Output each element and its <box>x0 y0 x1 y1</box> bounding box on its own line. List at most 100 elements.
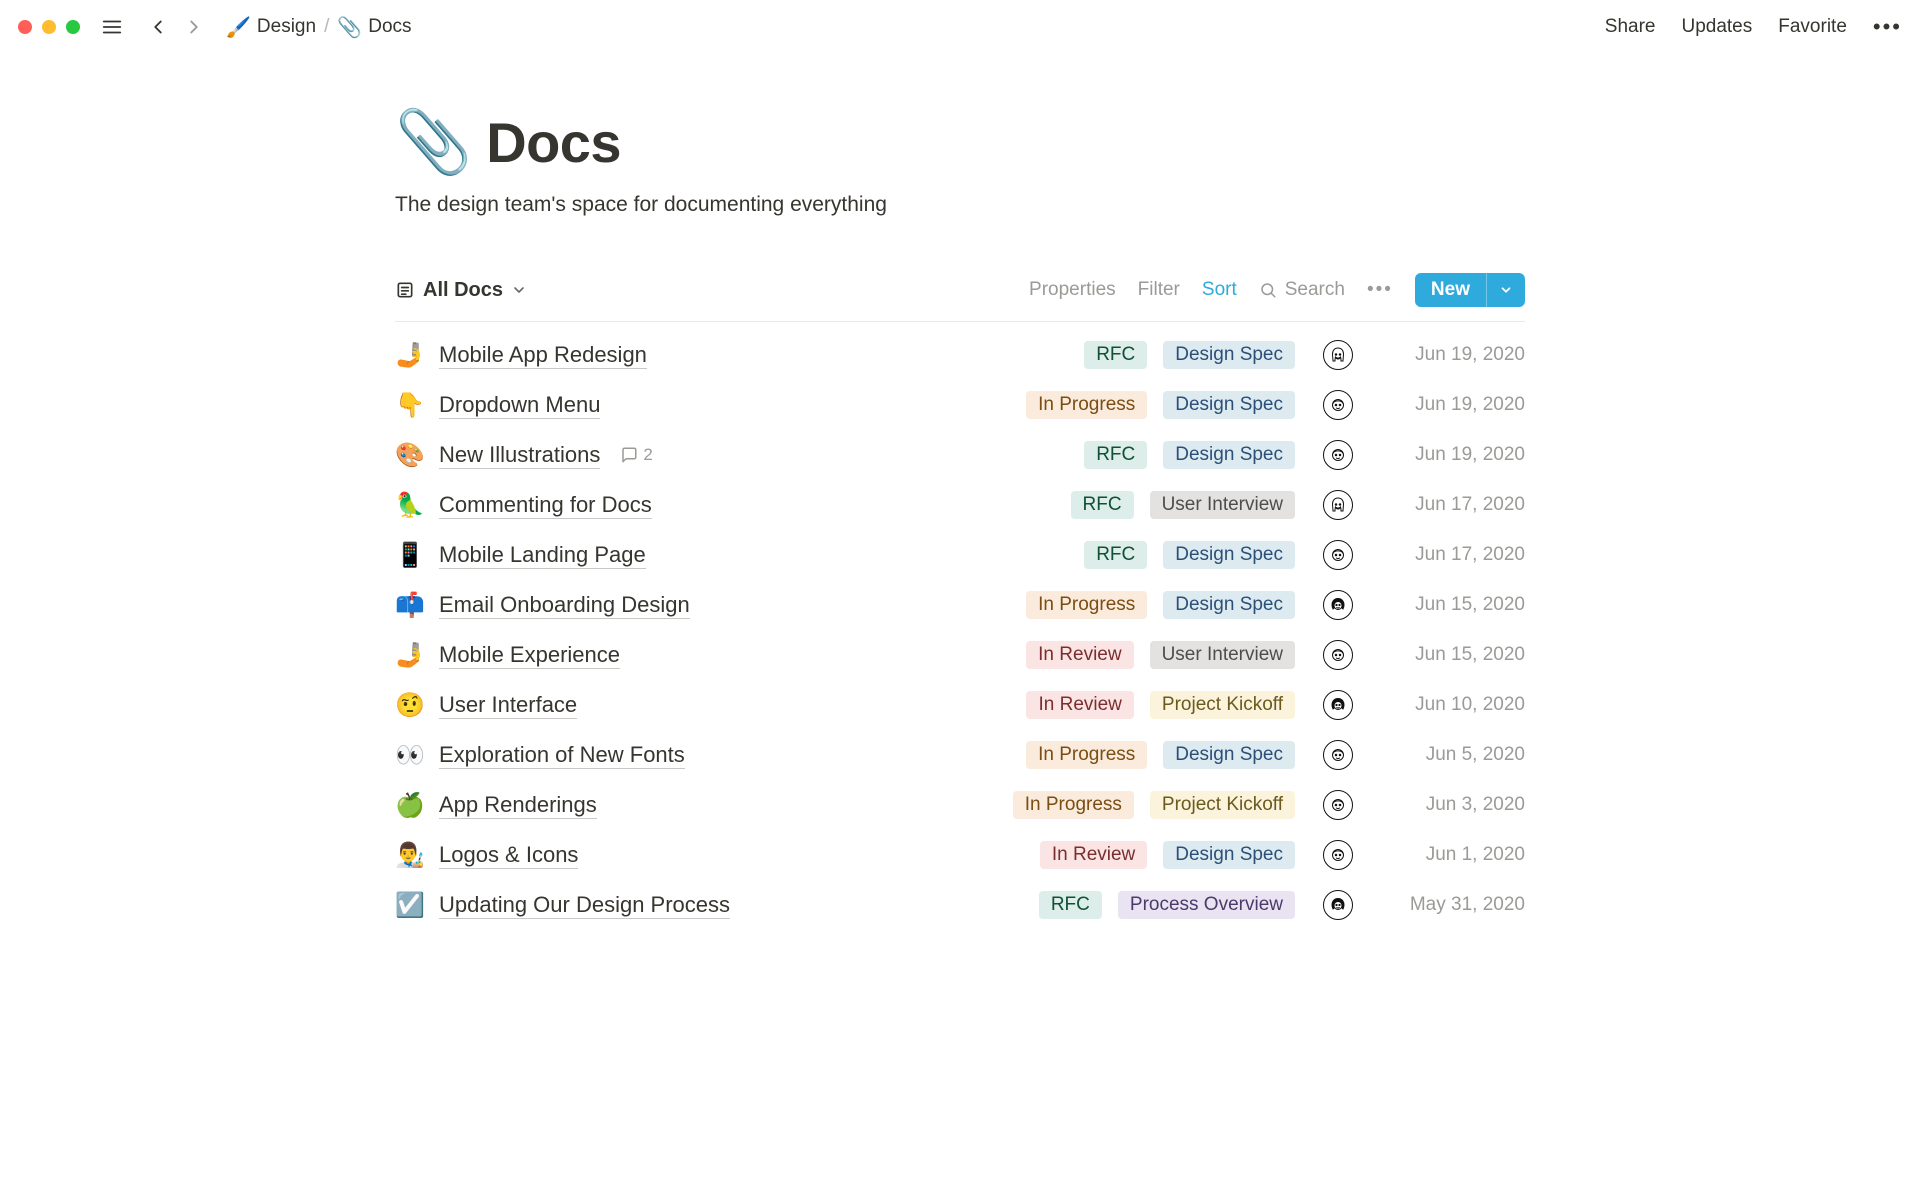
tag[interactable]: In Progress <box>1013 791 1134 819</box>
view-switcher[interactable]: All Docs <box>395 279 527 302</box>
tag[interactable]: Design Spec <box>1163 441 1295 469</box>
avatar[interactable] <box>1323 840 1353 870</box>
row-title[interactable]: Mobile App Redesign <box>439 341 647 370</box>
row-title[interactable]: Logos & Icons <box>439 841 578 870</box>
table-row[interactable]: 🤨User InterfaceIn ReviewProject KickoffJ… <box>395 680 1525 730</box>
table-row[interactable]: 📱 Mobile Landing Page RFC Design Spec Jun 17… <box>395 530 1525 580</box>
row-title[interactable]: Mobile Experience <box>439 641 620 670</box>
breadcrumb-item-docs[interactable]: 📎 Docs <box>337 15 411 40</box>
avatar[interactable] <box>1323 890 1353 920</box>
updates-button[interactable]: Updates <box>1681 16 1752 38</box>
window-close-button[interactable] <box>18 20 32 34</box>
table-row[interactable]: 🤳Mobile App RedesignRFCDesign SpecJun 19… <box>395 330 1525 380</box>
avatar[interactable] <box>1323 640 1353 670</box>
avatar[interactable] <box>1323 340 1353 370</box>
avatar[interactable] <box>1323 540 1353 570</box>
row-title[interactable]: Email Onboarding Design <box>439 591 690 620</box>
tag[interactable]: Process Overview <box>1118 891 1295 919</box>
view-more-button[interactable]: ••• <box>1367 279 1393 301</box>
window-zoom-button[interactable] <box>66 20 80 34</box>
table-row[interactable]: ☑️ Updating Our Design Process RFC Process … <box>395 880 1525 930</box>
sidebar-toggle-button[interactable] <box>98 13 126 41</box>
tag[interactable]: In Progress <box>1026 391 1147 419</box>
filter-button[interactable]: Filter <box>1138 279 1180 301</box>
table-row[interactable]: 🍏App RenderingsIn ProgressProject Kickof… <box>395 780 1525 830</box>
row-tags: RFC Design Spec <box>1084 341 1295 369</box>
tag[interactable]: In Review <box>1026 641 1133 669</box>
share-button[interactable]: Share <box>1605 16 1656 38</box>
tag[interactable]: RFC <box>1039 891 1102 919</box>
table-row[interactable]: 📫Email Onboarding DesignIn ProgressDesig… <box>395 580 1525 630</box>
tag[interactable]: User Interview <box>1150 641 1295 669</box>
row-tags: In Review Project Kickoff <box>1026 691 1295 719</box>
tag[interactable]: In Review <box>1040 841 1147 869</box>
row-icon: 🎨 <box>395 441 425 470</box>
table-row[interactable]: 👀Exploration of New FontsIn ProgressDesi… <box>395 730 1525 780</box>
row-title[interactable]: Mobile Landing Page <box>439 541 646 570</box>
breadcrumb-label: Docs <box>368 16 411 38</box>
row-title[interactable]: Commenting for Docs <box>439 491 652 520</box>
table-row[interactable]: 🦜 Commenting for Docs RFC User Interview Jun… <box>395 480 1525 530</box>
row-tags: RFC User Interview <box>1071 491 1295 519</box>
row-tags: RFC Design Spec <box>1084 541 1295 569</box>
tag[interactable]: In Progress <box>1026 591 1147 619</box>
row-title[interactable]: New Illustrations <box>439 441 600 470</box>
nav-forward-button[interactable] <box>180 13 208 41</box>
sort-button[interactable]: Sort <box>1202 279 1237 301</box>
tag[interactable]: RFC <box>1084 541 1147 569</box>
page-subtitle[interactable]: The design team's space for documenting … <box>395 193 1525 217</box>
row-icon: ☑️ <box>395 891 425 920</box>
search-label: Search <box>1285 279 1345 301</box>
tag[interactable]: RFC <box>1084 341 1147 369</box>
avatar[interactable] <box>1323 790 1353 820</box>
row-date: Jun 17, 2020 <box>1385 494 1525 516</box>
new-button-dropdown[interactable] <box>1486 273 1525 307</box>
avatar[interactable] <box>1323 590 1353 620</box>
tag[interactable]: Project Kickoff <box>1150 791 1295 819</box>
row-title[interactable]: Exploration of New Fonts <box>439 741 685 770</box>
row-icon: 🤳 <box>395 341 425 370</box>
row-title[interactable]: Dropdown Menu <box>439 391 600 420</box>
table-row[interactable]: 👨‍🎨Logos & IconsIn ReviewDesign SpecJun … <box>395 830 1525 880</box>
row-title[interactable]: App Renderings <box>439 791 597 820</box>
favorite-button[interactable]: Favorite <box>1778 16 1847 38</box>
tag[interactable]: Design Spec <box>1163 741 1295 769</box>
tag[interactable]: Design Spec <box>1163 841 1295 869</box>
window-minimize-button[interactable] <box>42 20 56 34</box>
row-date: Jun 1, 2020 <box>1385 844 1525 866</box>
page-icon[interactable]: 📎 <box>395 106 472 179</box>
page-title[interactable]: Docs <box>486 110 621 175</box>
avatar[interactable] <box>1323 690 1353 720</box>
table-row[interactable]: 👇Dropdown MenuIn ProgressDesign SpecJun … <box>395 380 1525 430</box>
tag[interactable]: Project Kickoff <box>1150 691 1295 719</box>
tag[interactable]: Design Spec <box>1163 541 1295 569</box>
breadcrumb-item-design[interactable]: 🖌️ Design <box>226 15 316 40</box>
row-title[interactable]: User Interface <box>439 691 577 720</box>
tag[interactable]: In Progress <box>1026 741 1147 769</box>
new-button[interactable]: New <box>1415 273 1525 307</box>
row-icon: 🤳 <box>395 641 425 670</box>
more-menu-button[interactable]: ••• <box>1873 14 1902 40</box>
tag[interactable]: In Review <box>1026 691 1133 719</box>
row-icon: 📱 <box>395 541 425 570</box>
avatar[interactable] <box>1323 390 1353 420</box>
table-row[interactable]: 🎨New Illustrations2RFCDesign SpecJun 19,… <box>395 430 1525 480</box>
table-row[interactable]: 🤳 Mobile Experience In Review User Intervie… <box>395 630 1525 680</box>
avatar[interactable] <box>1323 440 1353 470</box>
tag[interactable]: RFC <box>1084 441 1147 469</box>
search-button[interactable]: Search <box>1259 279 1345 301</box>
avatar[interactable] <box>1323 490 1353 520</box>
comment-count[interactable]: 2 <box>620 445 652 465</box>
row-date: Jun 17, 2020 <box>1385 544 1525 566</box>
tag[interactable]: Design Spec <box>1163 591 1295 619</box>
tag[interactable]: RFC <box>1071 491 1134 519</box>
tag[interactable]: Design Spec <box>1163 391 1295 419</box>
tag[interactable]: User Interview <box>1150 491 1295 519</box>
tag[interactable]: Design Spec <box>1163 341 1295 369</box>
breadcrumb: 🖌️ Design / 📎 Docs <box>226 15 412 40</box>
nav-back-button[interactable] <box>144 13 172 41</box>
avatar[interactable] <box>1323 740 1353 770</box>
properties-button[interactable]: Properties <box>1029 279 1116 301</box>
row-icon: 🦜 <box>395 491 425 520</box>
row-title[interactable]: Updating Our Design Process <box>439 891 730 920</box>
